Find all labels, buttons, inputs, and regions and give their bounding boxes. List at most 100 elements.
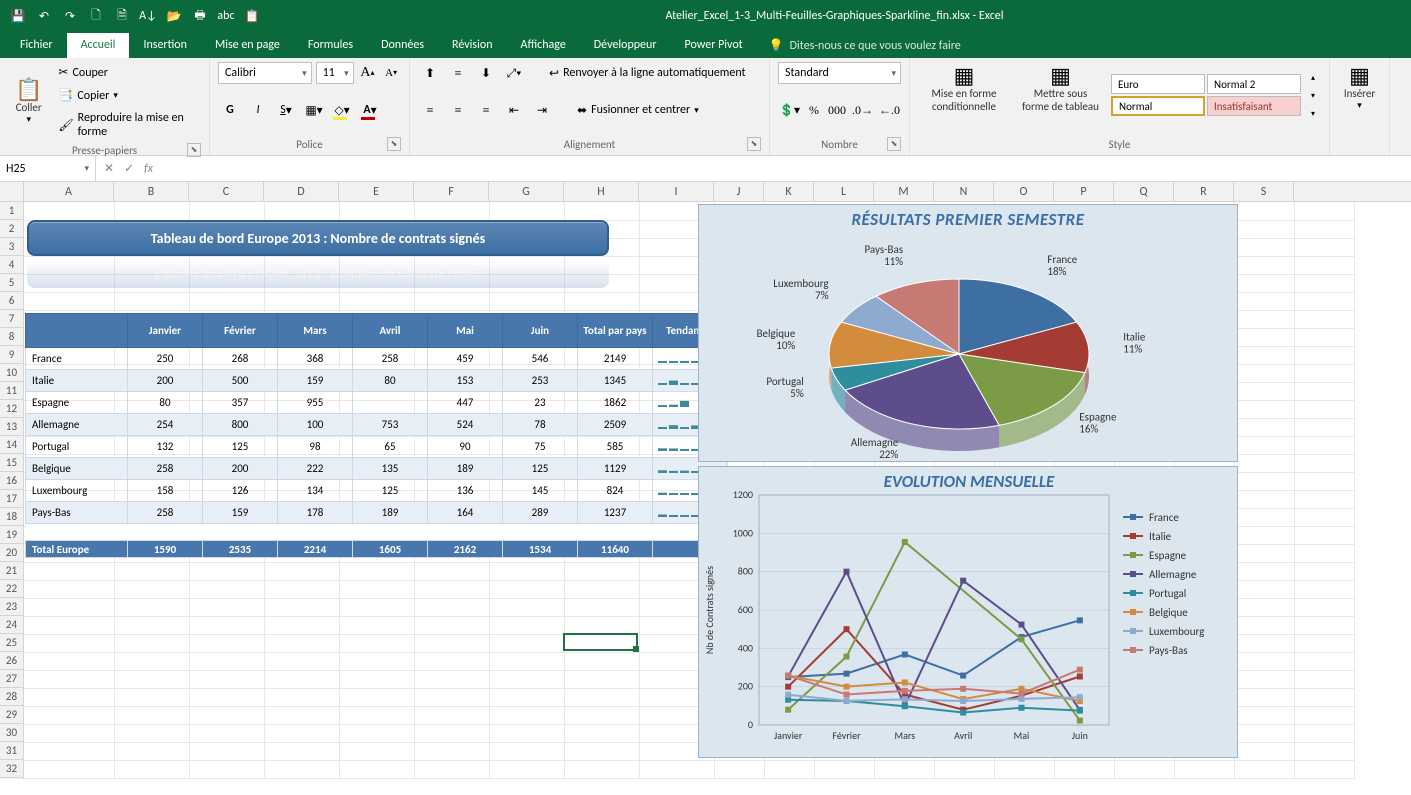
paste-button[interactable]: 📋Coller▾	[8, 76, 49, 128]
col-header[interactable]: K	[764, 182, 814, 201]
style-euro[interactable]: Euro	[1111, 74, 1205, 94]
font-name-combo[interactable]: Calibri	[218, 62, 312, 84]
style-normal2[interactable]: Normal 2	[1207, 74, 1301, 94]
col-header[interactable]: A	[24, 182, 114, 201]
conditional-format-button[interactable]: ▦Mise en forme conditionnelle	[918, 62, 1010, 128]
fx-icon[interactable]: fx	[144, 162, 153, 176]
row-header[interactable]: 18	[0, 508, 23, 526]
row-header[interactable]: 23	[0, 598, 23, 616]
increase-font-icon[interactable]: A▴	[358, 62, 378, 84]
font-color-button[interactable]: A▾	[358, 99, 382, 121]
row-header[interactable]: 6	[0, 292, 23, 310]
number-format-combo[interactable]: Standard	[778, 62, 901, 84]
new-icon[interactable]: 🗋	[84, 4, 108, 28]
italic-button[interactable]: I	[246, 99, 270, 121]
row-header[interactable]: 22	[0, 580, 23, 598]
decrease-font-icon[interactable]: A▾	[381, 62, 401, 84]
row-header[interactable]: 2	[0, 220, 23, 238]
tab-mise-en-page[interactable]: Mise en page	[201, 33, 294, 58]
row-header[interactable]: 17	[0, 490, 23, 508]
formula-input[interactable]	[163, 162, 1403, 176]
select-all-corner[interactable]	[0, 182, 24, 201]
tab-powerpivot[interactable]: Power Pivot	[671, 33, 757, 58]
row-header[interactable]: 19	[0, 526, 23, 544]
col-header[interactable]: D	[264, 182, 339, 201]
decrease-indent-icon[interactable]: ⇤	[502, 99, 526, 121]
increase-indent-icon[interactable]: ⇥	[530, 99, 554, 121]
insert-cells-button[interactable]: ▦Insérer▾	[1338, 62, 1381, 114]
fill-color-button[interactable]: ◇▾	[330, 99, 354, 121]
copy-button[interactable]: 📑Copier▾	[53, 85, 201, 106]
redo-icon[interactable]: ↷	[58, 4, 82, 28]
row-header[interactable]: 21	[0, 562, 23, 580]
wrap-text-button[interactable]: ↩Renvoyer à la ligne automatiquement	[544, 63, 751, 84]
row-header[interactable]: 15	[0, 454, 23, 472]
col-header[interactable]: N	[934, 182, 994, 201]
tell-me[interactable]: 💡Dites-nous ce que vous voulez faire	[757, 33, 973, 58]
align-top-icon[interactable]: ⬆	[418, 62, 442, 84]
format-painter-button[interactable]: 🖌Reproduire la mise en forme	[53, 108, 201, 142]
row-header[interactable]: 32	[0, 760, 23, 778]
cut-button[interactable]: ✂Couper	[53, 62, 201, 83]
tab-accueil[interactable]: Accueil	[67, 33, 130, 58]
row-header[interactable]: 30	[0, 724, 23, 742]
align-left-icon[interactable]: ≡	[418, 99, 442, 121]
style-insatisfaisant[interactable]: Insatisfaisant	[1207, 96, 1301, 116]
col-header[interactable]: L	[814, 182, 874, 201]
row-header[interactable]: 28	[0, 688, 23, 706]
row-header[interactable]: 31	[0, 742, 23, 760]
underline-button[interactable]: S▾	[274, 99, 298, 121]
row-header[interactable]: 25	[0, 634, 23, 652]
style-scroll-up[interactable]: ▴	[1305, 69, 1321, 85]
enter-formula-icon[interactable]: ✓	[124, 161, 134, 176]
spell-icon[interactable]: abc	[214, 4, 238, 28]
tab-developpeur[interactable]: Développeur	[580, 33, 671, 58]
row-header[interactable]: 14	[0, 436, 23, 454]
font-dialog-launcher[interactable]: ⬊	[387, 137, 401, 151]
tab-insertion[interactable]: Insertion	[129, 33, 201, 58]
tab-revision[interactable]: Révision	[438, 33, 506, 58]
thousands-icon[interactable]: 000	[827, 99, 847, 121]
row-header[interactable]: 5	[0, 274, 23, 292]
style-gallery-more[interactable]: ▾	[1305, 105, 1321, 121]
orientation-icon[interactable]: ⤢▾	[502, 62, 526, 84]
row-header[interactable]: 27	[0, 670, 23, 688]
merge-center-button[interactable]: ⬌Fusionner et centrer▾	[572, 100, 704, 121]
align-right-icon[interactable]: ≡	[474, 99, 498, 121]
save-icon[interactable]: 💾	[6, 4, 30, 28]
row-header[interactable]: 11	[0, 382, 23, 400]
number-dialog-launcher[interactable]: ⬊	[887, 137, 901, 151]
bold-button[interactable]: G	[218, 99, 242, 121]
row-header[interactable]: 12	[0, 400, 23, 418]
preview-icon[interactable]: 🗎	[110, 4, 134, 28]
row-header[interactable]: 20	[0, 544, 23, 562]
currency-icon[interactable]: 💲▾	[778, 99, 801, 121]
col-header[interactable]: C	[189, 182, 264, 201]
row-header[interactable]: 8	[0, 328, 23, 346]
row-header[interactable]: 26	[0, 652, 23, 670]
line-chart[interactable]: EVOLUTION MENSUELLENb de Contrats signés…	[698, 466, 1238, 758]
format-as-table-button[interactable]: ▦Mettre sous forme de tableau	[1014, 62, 1107, 128]
tab-formules[interactable]: Formules	[294, 33, 367, 58]
row-header[interactable]: 16	[0, 472, 23, 490]
tab-affichage[interactable]: Affichage	[507, 33, 580, 58]
col-header[interactable]: Q	[1114, 182, 1174, 201]
align-dialog-launcher[interactable]: ⬊	[747, 137, 761, 151]
data-table[interactable]: JanvierFévrierMarsAvrilMaiJuinTotal par …	[25, 313, 728, 558]
col-header[interactable]: M	[874, 182, 934, 201]
style-normal[interactable]: Normal	[1111, 96, 1205, 116]
col-header[interactable]: S	[1234, 182, 1294, 201]
row-header[interactable]: 1	[0, 202, 23, 220]
pie-chart[interactable]: RÉSULTATS PREMIER SEMESTRE France18%Ital…	[698, 204, 1238, 462]
copy-icon[interactable]: 📋	[240, 4, 264, 28]
border-button[interactable]: ▦▾	[302, 99, 326, 121]
row-header[interactable]: 10	[0, 364, 23, 382]
style-scroll-down[interactable]: ▾	[1305, 87, 1321, 103]
col-header[interactable]: H	[564, 182, 639, 201]
row-header[interactable]: 3	[0, 238, 23, 256]
decrease-decimal-icon[interactable]: ←.0	[878, 99, 901, 121]
col-header[interactable]: E	[339, 182, 414, 201]
col-header[interactable]: O	[994, 182, 1054, 201]
row-header[interactable]: 7	[0, 310, 23, 328]
font-size-combo[interactable]: 11	[316, 62, 354, 84]
